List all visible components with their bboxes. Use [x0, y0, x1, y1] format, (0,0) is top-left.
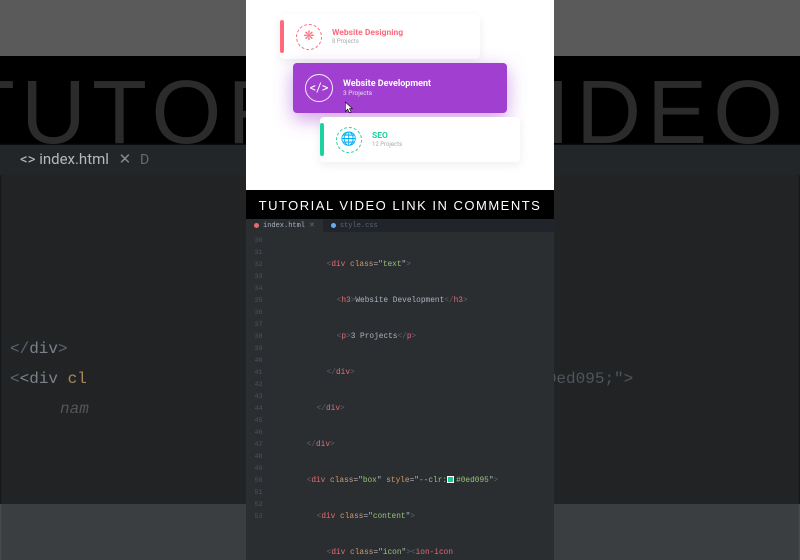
card-sub: 3 Projects: [343, 89, 431, 97]
code-editor: index.html ✕ style.css 30313233343536373…: [246, 219, 554, 560]
bg-tab-close: ✕: [119, 150, 132, 168]
banner: TUTORIAL VIDEO LINK IN COMMENTS: [246, 190, 554, 219]
card-title: Website Designing: [332, 28, 403, 38]
bg-code-line-3: nam: [60, 400, 89, 418]
css-file-icon: [331, 223, 336, 228]
globe-icon: 🌐: [336, 127, 362, 153]
banner-text: TUTORIAL VIDEO LINK IN COMMENTS: [259, 198, 542, 213]
card-sub: 8 Projects: [332, 38, 403, 45]
tab-label: style.css: [340, 222, 378, 230]
bg-tab-label: <> index.html: [20, 150, 109, 168]
bg-tab-index: <> index.html ✕: [20, 150, 131, 168]
card-stripe: [280, 20, 284, 53]
card-sub: 12 Projects: [372, 141, 402, 148]
html-file-icon: [254, 223, 259, 228]
phone-frame: ❋ Website Designing 8 Projects </> Websi…: [246, 0, 554, 560]
card-title: SEO: [372, 131, 402, 141]
code-icon: </>: [305, 74, 333, 102]
card-designing[interactable]: ❋ Website Designing 8 Projects: [280, 14, 480, 59]
bg-tab-d: D: [140, 152, 149, 168]
tab-label: index.html: [263, 222, 305, 230]
cursor-icon: [343, 101, 357, 115]
color-swatch: [447, 476, 454, 483]
bg-div: <div: [20, 370, 68, 388]
bg-code-line-1: </div>: [10, 340, 68, 358]
card-seo[interactable]: 🌐 SEO 12 Projects: [320, 117, 520, 162]
close-icon[interactable]: ✕: [309, 221, 315, 230]
demo-preview: ❋ Website Designing 8 Projects </> Websi…: [246, 0, 554, 190]
card-title: Website Development: [343, 79, 431, 89]
tab-index-html[interactable]: index.html ✕: [246, 219, 323, 232]
compass-icon: ❋: [296, 24, 322, 50]
editor-tabs: index.html ✕ style.css: [246, 219, 554, 232]
line-gutter: 3031323334353637383940414243444546474849…: [246, 232, 267, 560]
code-area[interactable]: <div class="text"> <h3>Website Developme…: [267, 232, 554, 560]
card-development[interactable]: </> Website Development 3 Projects: [293, 63, 507, 113]
tab-style-css[interactable]: style.css: [323, 219, 386, 232]
card-stripe: [320, 123, 324, 156]
